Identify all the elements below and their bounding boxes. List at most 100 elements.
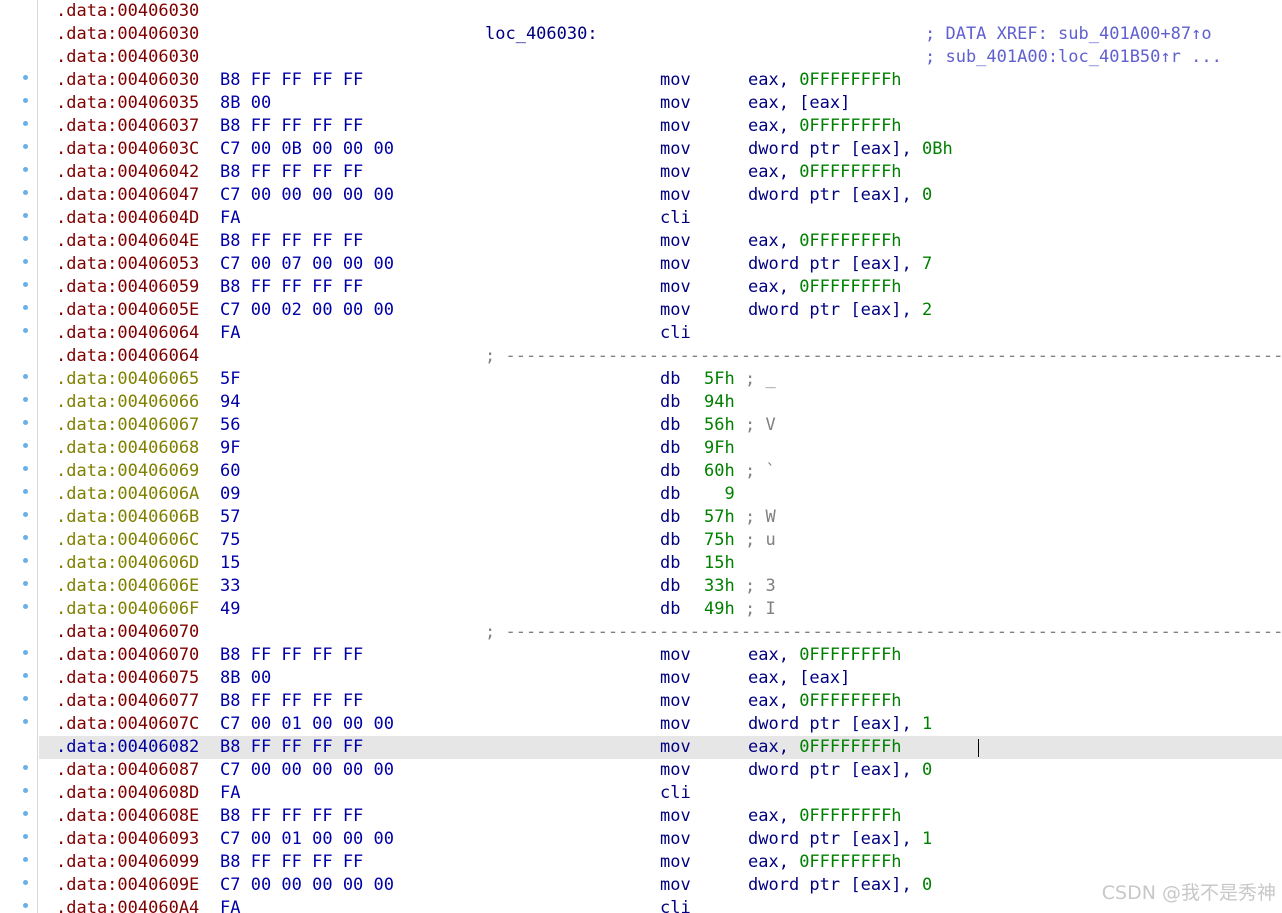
opcode-bytes[interactable]: B8 FF FF FF FF bbox=[220, 851, 363, 874]
db-value[interactable]: 5Fh ; _ bbox=[704, 368, 776, 391]
address[interactable]: .data:0040603C bbox=[56, 138, 199, 161]
operands[interactable]: eax, 0FFFFFFFFh bbox=[748, 230, 902, 253]
listing-line[interactable]: .data:0040603C C7 00 0B 00 00 00 mov dword … bbox=[0, 138, 1282, 161]
breakpoint-dot-icon[interactable] bbox=[23, 213, 28, 218]
breakpoint-dot-icon[interactable] bbox=[23, 420, 28, 425]
address[interactable]: .data:00406099 bbox=[56, 851, 199, 874]
listing-line[interactable]: .data:00406070 B8 FF FF FF FF mov eax, 0FFF… bbox=[0, 644, 1282, 667]
address[interactable]: .data:0040608D bbox=[56, 782, 199, 805]
breakpoint-dot-icon[interactable] bbox=[23, 374, 28, 379]
operands[interactable]: eax, 0FFFFFFFFh bbox=[748, 851, 902, 874]
opcode-bytes[interactable]: 15 bbox=[220, 552, 240, 575]
breakpoint-dot-icon[interactable] bbox=[23, 719, 28, 724]
operands[interactable]: eax, 0FFFFFFFFh bbox=[748, 69, 902, 92]
opcode-bytes[interactable]: 5F bbox=[220, 368, 240, 391]
mnemonic[interactable]: mov bbox=[660, 690, 691, 713]
operands[interactable]: dword ptr [eax], 7 bbox=[748, 253, 932, 276]
mnemonic[interactable]: mov bbox=[660, 69, 691, 92]
mnemonic[interactable]: db bbox=[660, 368, 680, 391]
mnemonic[interactable]: mov bbox=[660, 667, 691, 690]
address[interactable]: .data:00406070 bbox=[56, 644, 199, 667]
listing-line[interactable]: .data:0040606D 15 db 15h bbox=[0, 552, 1282, 575]
breakpoint-dot-icon[interactable] bbox=[23, 167, 28, 172]
address[interactable]: .data:00406030 bbox=[56, 23, 199, 46]
mnemonic[interactable]: mov bbox=[660, 138, 691, 161]
address[interactable]: .data:0040606C bbox=[56, 529, 199, 552]
breakpoint-dot-icon[interactable] bbox=[23, 489, 28, 494]
operands[interactable]: dword ptr [eax], 1 bbox=[748, 713, 932, 736]
operands[interactable]: dword ptr [eax], 1 bbox=[748, 828, 932, 851]
db-value[interactable]: 9Fh bbox=[704, 437, 735, 460]
opcode-bytes[interactable]: 60 bbox=[220, 460, 240, 483]
address[interactable]: .data:0040607C bbox=[56, 713, 199, 736]
breakpoint-dot-icon[interactable] bbox=[23, 443, 28, 448]
listing-line[interactable]: .data:00406068 9F db 9Fh bbox=[0, 437, 1282, 460]
mnemonic[interactable]: db bbox=[660, 391, 680, 414]
operands[interactable]: eax, 0FFFFFFFFh bbox=[748, 736, 902, 759]
listing-line[interactable]: .data:0040604E B8 FF FF FF FF mov eax, 0FFF… bbox=[0, 230, 1282, 253]
mnemonic[interactable]: mov bbox=[660, 644, 691, 667]
address[interactable]: .data:00406037 bbox=[56, 115, 199, 138]
address[interactable]: .data:0040605E bbox=[56, 299, 199, 322]
address[interactable]: .data:00406069 bbox=[56, 460, 199, 483]
breakpoint-dot-icon[interactable] bbox=[23, 397, 28, 402]
opcode-bytes[interactable]: B8 FF FF FF FF bbox=[220, 161, 363, 184]
db-value[interactable]: 60h ; ` bbox=[704, 460, 776, 483]
address[interactable]: .data:00406082 bbox=[56, 736, 199, 759]
address[interactable]: .data:00406035 bbox=[56, 92, 199, 115]
listing-line[interactable]: .data:0040606A 09 db 9 bbox=[0, 483, 1282, 506]
mnemonic[interactable]: mov bbox=[660, 115, 691, 138]
listing-line[interactable]: .data:00406030 bbox=[0, 0, 1282, 23]
mnemonic[interactable]: db bbox=[660, 598, 680, 621]
listing-line[interactable]: .data:00406093 C7 00 01 00 00 00 mov dword … bbox=[0, 828, 1282, 851]
listing-line[interactable]: .data:0040606C 75 db 75h ; u bbox=[0, 529, 1282, 552]
mnemonic[interactable]: db bbox=[660, 529, 680, 552]
breakpoint-dot-icon[interactable] bbox=[23, 75, 28, 80]
db-value[interactable]: 33h ; 3 bbox=[704, 575, 776, 598]
listing-line[interactable]: .data:00406087 C7 00 00 00 00 00 mov dword … bbox=[0, 759, 1282, 782]
opcode-bytes[interactable]: 09 bbox=[220, 483, 240, 506]
breakpoint-dot-icon[interactable] bbox=[23, 696, 28, 701]
opcode-bytes[interactable]: B8 FF FF FF FF bbox=[220, 805, 363, 828]
address[interactable]: .data:0040606D bbox=[56, 552, 199, 575]
mnemonic[interactable]: mov bbox=[660, 851, 691, 874]
opcode-bytes[interactable]: FA bbox=[220, 322, 240, 345]
opcode-bytes[interactable]: 94 bbox=[220, 391, 240, 414]
listing-line[interactable]: .data:0040606E 33 db 33h ; 3 bbox=[0, 575, 1282, 598]
db-value[interactable]: 94h bbox=[704, 391, 735, 414]
mnemonic[interactable]: mov bbox=[660, 161, 691, 184]
address[interactable]: .data:00406068 bbox=[56, 437, 199, 460]
address[interactable]: .data:00406030 bbox=[56, 46, 199, 69]
listing-line[interactable]: .data:00406075 8B 00 mov eax, [eax] bbox=[0, 667, 1282, 690]
listing-line[interactable]: .data:00406064 FA cli bbox=[0, 322, 1282, 345]
xref-comment[interactable]: ; sub_401A00:loc_401B50↑r ... bbox=[925, 46, 1222, 69]
opcode-bytes[interactable]: B8 FF FF FF FF bbox=[220, 69, 363, 92]
opcode-bytes[interactable]: 8B 00 bbox=[220, 92, 271, 115]
code-label[interactable]: loc_406030: bbox=[485, 23, 598, 46]
mnemonic[interactable]: db bbox=[660, 460, 680, 483]
opcode-bytes[interactable]: B8 FF FF FF FF bbox=[220, 115, 363, 138]
operands[interactable]: dword ptr [eax], 0 bbox=[748, 184, 932, 207]
breakpoint-dot-icon[interactable] bbox=[23, 604, 28, 609]
breakpoint-dot-icon[interactable] bbox=[23, 328, 28, 333]
address[interactable]: .data:0040609E bbox=[56, 874, 199, 897]
mnemonic[interactable]: mov bbox=[660, 759, 691, 782]
mnemonic[interactable]: db bbox=[660, 414, 680, 437]
address[interactable]: .data:00406066 bbox=[56, 391, 199, 414]
mnemonic[interactable]: mov bbox=[660, 276, 691, 299]
listing-line[interactable]: .data:00406035 8B 00 mov eax, [eax] bbox=[0, 92, 1282, 115]
mnemonic[interactable]: mov bbox=[660, 805, 691, 828]
disassembly-view[interactable]: .data:00406030 .data:00406030 loc_406030:;… bbox=[0, 0, 1282, 913]
opcode-bytes[interactable]: 33 bbox=[220, 575, 240, 598]
listing-line[interactable]: .data:00406069 60 db 60h ; ` bbox=[0, 460, 1282, 483]
db-value[interactable]: 57h ; W bbox=[704, 506, 776, 529]
listing-line[interactable]: .data:00406099 B8 FF FF FF FF mov eax, 0FFF… bbox=[0, 851, 1282, 874]
mnemonic[interactable]: db bbox=[660, 483, 680, 506]
address[interactable]: .data:0040608E bbox=[56, 805, 199, 828]
db-value[interactable]: 49h ; I bbox=[704, 598, 776, 621]
listing-line[interactable]: .data:00406059 B8 FF FF FF FF mov eax, 0FFF… bbox=[0, 276, 1282, 299]
breakpoint-dot-icon[interactable] bbox=[23, 236, 28, 241]
breakpoint-dot-icon[interactable] bbox=[23, 259, 28, 264]
opcode-bytes[interactable]: 49 bbox=[220, 598, 240, 621]
address[interactable]: .data:00406087 bbox=[56, 759, 199, 782]
